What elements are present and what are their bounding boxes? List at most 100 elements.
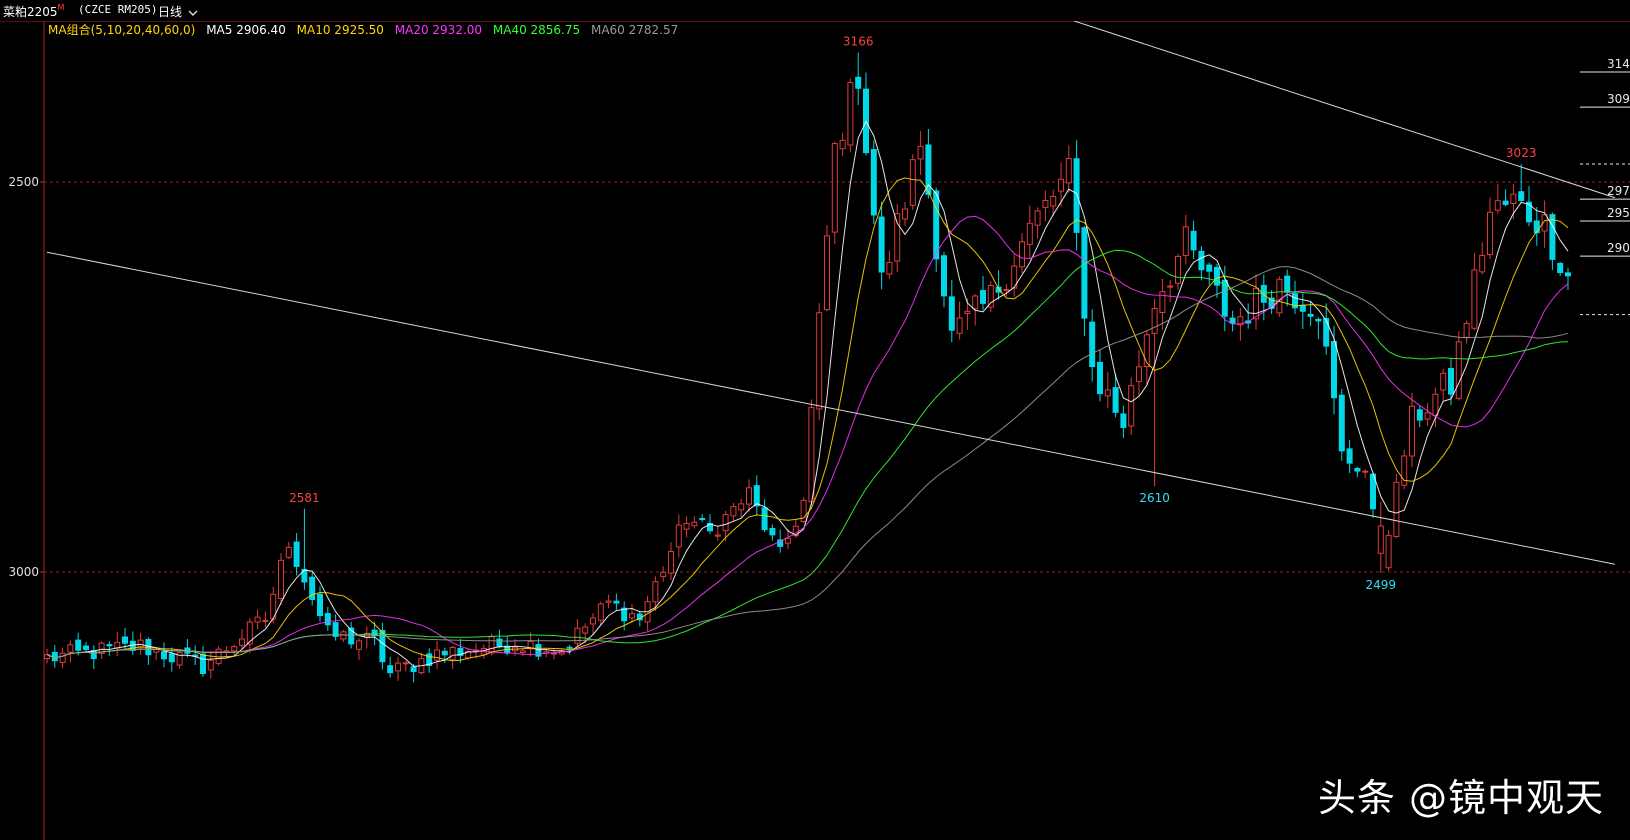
candle-body <box>324 613 331 626</box>
candle-body <box>1276 278 1283 314</box>
peak-label: 2581 <box>289 491 320 505</box>
candle-body <box>285 546 292 558</box>
chart-header: 菜粕2205M (CZCE RM205) 日线 <box>0 0 1630 21</box>
ma5-line <box>46 120 1569 667</box>
period-selector[interactable]: 日线 <box>158 3 198 20</box>
candle-body <box>629 613 635 619</box>
candle-body <box>59 652 66 663</box>
candle-body <box>753 485 760 507</box>
candle-body <box>1487 211 1493 256</box>
candle-body <box>1377 525 1384 554</box>
candle-body <box>262 619 269 622</box>
candle-body <box>652 581 659 603</box>
candle-body <box>387 665 394 674</box>
candle-body <box>551 652 557 655</box>
candle-body <box>1315 318 1322 322</box>
candle-body <box>878 216 885 273</box>
candle-body <box>1409 405 1415 457</box>
candle-body <box>1440 372 1447 391</box>
candle-body <box>83 645 89 650</box>
candle-body <box>886 261 893 275</box>
ma20-value: MA20 2932.00 <box>394 23 483 37</box>
candle-body <box>67 644 74 653</box>
candle-body <box>566 646 573 649</box>
candle-body <box>1557 263 1564 274</box>
candle-body <box>200 653 206 674</box>
candle-body <box>1206 264 1213 272</box>
candle-body <box>1549 214 1556 260</box>
candle-body <box>1455 341 1462 399</box>
candle-body <box>1058 178 1064 192</box>
lower-channel-line <box>46 251 1615 565</box>
candle-body <box>434 649 440 661</box>
candle-body <box>1260 284 1267 303</box>
candle-body <box>597 603 604 621</box>
candle-body <box>1026 222 1033 245</box>
candle-body <box>987 285 994 308</box>
candle-body <box>488 636 495 654</box>
candle-body <box>691 521 698 527</box>
chevron-down-icon[interactable] <box>188 9 198 17</box>
candle-body <box>816 312 823 410</box>
candle-body <box>894 213 901 262</box>
candle-body <box>847 82 854 146</box>
candle-body <box>660 571 667 578</box>
candle-body <box>1323 318 1330 347</box>
candle-body <box>1502 200 1509 205</box>
candle-body <box>137 639 144 648</box>
candle-body <box>410 666 417 673</box>
candle-body <box>1565 272 1571 277</box>
candle-body <box>519 650 526 654</box>
candle-body <box>1112 387 1119 413</box>
candle-body <box>1510 193 1517 204</box>
watermark: 头条 @镜中观天 <box>1317 776 1604 820</box>
candle-body <box>1120 413 1127 428</box>
y-tick-label: 2500 <box>8 175 39 189</box>
candle-body <box>714 534 721 537</box>
candle-body <box>980 290 986 304</box>
candle-body <box>278 559 284 599</box>
candle-body <box>1385 534 1392 569</box>
candle-body <box>395 662 401 672</box>
candle-body <box>1019 241 1025 268</box>
candle-body <box>590 617 596 625</box>
candle-body <box>1097 361 1103 395</box>
candle-body <box>761 507 768 531</box>
candle-body <box>1214 266 1220 286</box>
candle-body <box>1331 341 1337 399</box>
candle-body <box>1034 210 1041 226</box>
contract-code: (CZCE RM205) <box>78 3 158 16</box>
level-marker-label: 2905 <box>1607 241 1630 255</box>
candle-body <box>1299 304 1306 312</box>
candle-body <box>831 143 838 233</box>
candle-body <box>176 651 183 666</box>
candle-body <box>1354 467 1361 472</box>
candle-body <box>1448 368 1454 395</box>
candle-body <box>738 503 745 511</box>
candlestick-chart[interactable]: 3000 2500 2581 3166 2610 2499 3023 3141 3096 2978… <box>0 0 1630 840</box>
instrument-name[interactable]: 菜粕2205M <box>3 3 64 20</box>
candle-body <box>379 629 386 663</box>
candle-body <box>675 524 682 548</box>
candle-body <box>730 506 737 517</box>
candle-body <box>855 76 862 89</box>
ma60-value: MA60 2782.57 <box>590 23 679 37</box>
candle-body <box>1050 195 1057 207</box>
ma-group-label[interactable]: MA组合(5,10,20,40,60,0) <box>48 23 195 37</box>
candle-body <box>769 528 776 536</box>
candle-body <box>1065 158 1072 184</box>
candle-body <box>317 593 323 617</box>
level-marker-label: 3141 <box>1607 57 1630 71</box>
y-tick-label: 3000 <box>8 565 39 579</box>
candle-body <box>1463 322 1470 338</box>
candle-body <box>356 640 362 650</box>
candle-body <box>964 310 971 315</box>
candle-body <box>122 636 128 644</box>
candle-body <box>1136 366 1142 382</box>
candle-body <box>1432 393 1439 416</box>
candle-body <box>1003 288 1010 291</box>
candle-body <box>1346 448 1353 464</box>
candle-body <box>722 514 729 532</box>
candle-body <box>239 638 245 646</box>
level-marker-label: 2978 <box>1607 184 1630 198</box>
